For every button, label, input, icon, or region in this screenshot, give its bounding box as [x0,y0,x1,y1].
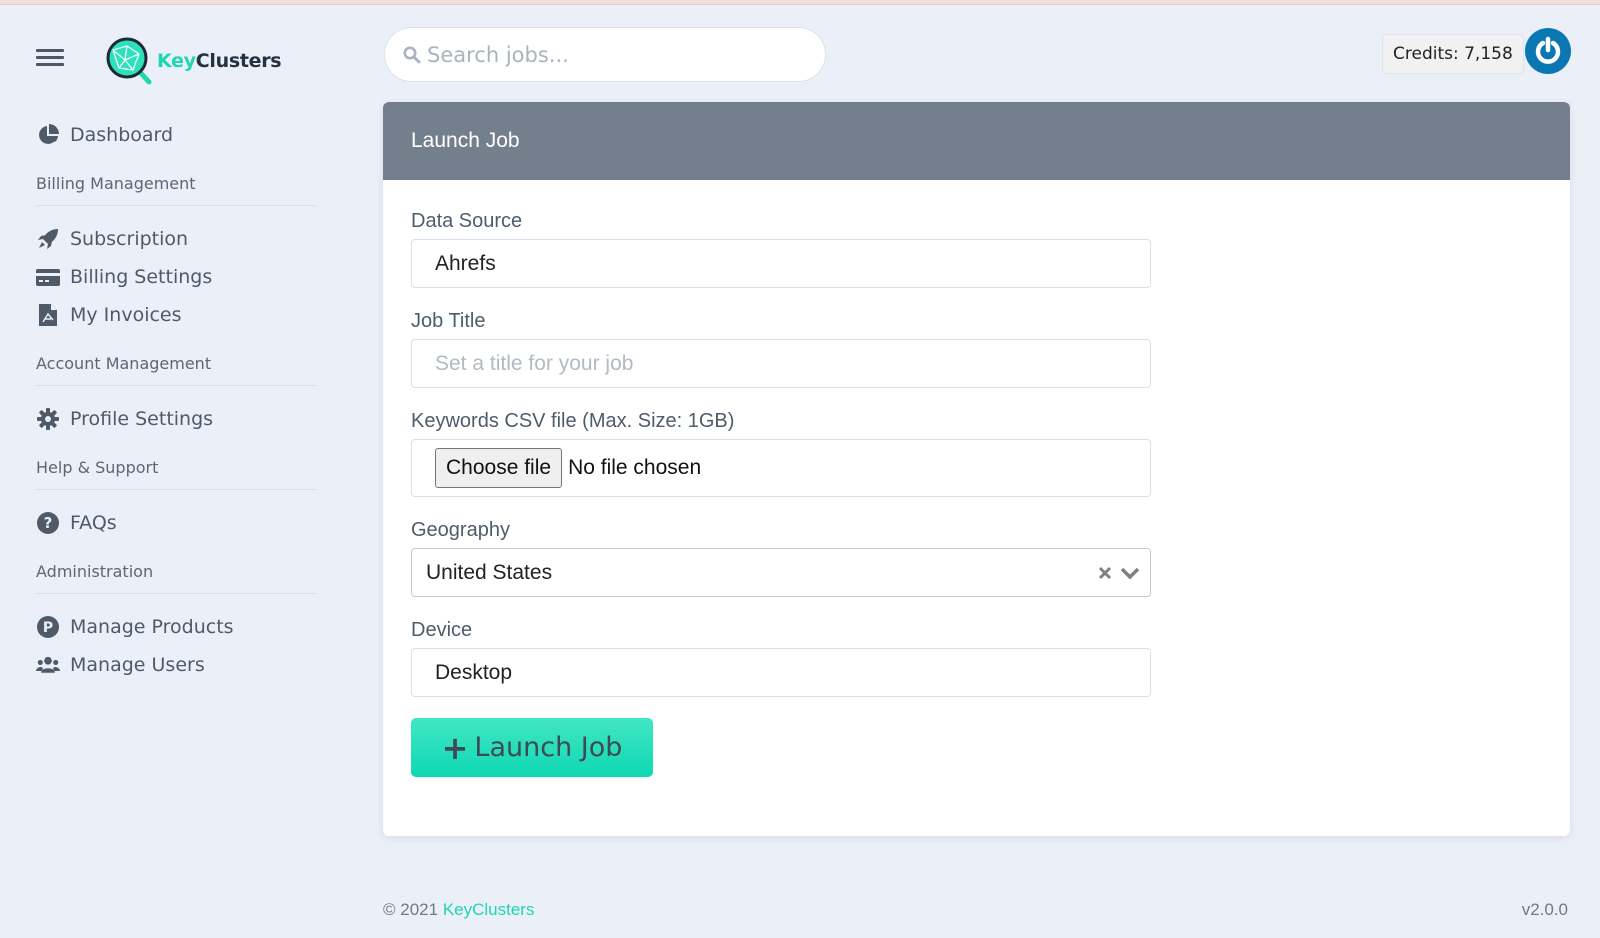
sidebar-item-billing-settings[interactable]: Billing Settings [36,258,316,296]
svg-text:?: ? [44,514,53,532]
csv-file-label: Keywords CSV file (Max. Size: 1GB) [411,410,735,432]
sidebar-item-my-invoices[interactable]: My Invoices [36,296,316,334]
brand-name: KeyClusters [157,50,282,72]
section-billing-management: Billing Management [36,174,316,206]
sidebar-item-label: Billing Settings [70,266,213,288]
hamburger-icon [36,49,64,52]
launch-job-form: Data Source Ahrefs Job Title Keywords CS… [383,180,1570,777]
rocket-icon [36,227,60,251]
logout-button[interactable] [1525,28,1571,74]
sidebar-item-label: FAQs [70,512,117,534]
section-help-support: Help & Support [36,458,316,490]
search-icon [403,46,421,63]
search-bar[interactable] [384,27,826,82]
sidebar-nav: Dashboard Billing Management Subscriptio… [36,116,316,684]
menu-toggle-button[interactable] [36,49,64,67]
footer-brand-link[interactable]: KeyClusters [443,900,535,919]
job-title-field: Job Title [411,310,1151,388]
sidebar-item-label: Profile Settings [70,408,214,430]
choose-file-button[interactable]: Choose file [435,448,563,488]
csv-file-input[interactable]: Choose file No file chosen [411,439,1151,497]
geography-label: Geography [411,519,510,541]
brand-rest: Clusters [195,50,282,72]
device-input[interactable]: Desktop [411,648,1151,697]
sidebar-item-label: Subscription [70,228,189,250]
plus-icon: + [441,728,469,767]
magnifier-network-icon [106,37,152,85]
select-controls [1098,566,1140,580]
sidebar-item-dashboard[interactable]: Dashboard [36,116,316,154]
geography-selected-value: United States [426,560,553,584]
launch-job-button-label: Launch Job [474,732,623,763]
credits-badge: Credits: 7,158 [1382,34,1524,74]
job-title-label: Job Title [411,310,486,332]
card-header: Launch Job [383,102,1570,180]
svg-text:P: P [43,620,53,636]
browser-top-strip [0,0,1600,5]
pie-chart-icon [36,123,60,147]
copyright-text: © 2021 [383,900,439,919]
product-p-icon: P [36,615,60,639]
users-icon [36,653,60,677]
hamburger-line [36,56,64,59]
power-icon [1535,36,1561,64]
sidebar-item-label: Manage Users [70,654,205,676]
clear-icon[interactable] [1098,566,1112,580]
launch-job-button[interactable]: + Launch Job [411,718,653,777]
gear-icon [36,407,60,431]
brand-key: Key [157,50,196,72]
sidebar-item-subscription[interactable]: Subscription [36,220,316,258]
pdf-file-icon [36,303,60,327]
sidebar-item-label: My Invoices [70,304,182,326]
sidebar-item-label: Manage Products [70,616,234,638]
csv-file-field: Keywords CSV file (Max. Size: 1GB) Choos… [411,410,1151,497]
job-title-input[interactable] [435,351,1150,376]
card-title: Launch Job [411,129,520,152]
question-circle-icon: ? [36,511,60,535]
footer-copyright: © 2021 KeyClusters [383,900,534,920]
device-field: Device Desktop [411,619,1151,697]
app-version: v2.0.0 [1521,900,1568,919]
section-administration: Administration [36,562,316,594]
data-source-label: Data Source [411,210,523,232]
sidebar-item-profile-settings[interactable]: Profile Settings [36,400,316,438]
section-account-management: Account Management [36,354,316,386]
data-source-field: Data Source Ahrefs [411,210,1151,288]
sidebar-item-manage-users[interactable]: Manage Users [36,646,316,684]
app-logo[interactable]: KeyClusters [105,36,282,86]
file-status-text: No file chosen [568,456,702,479]
sidebar-item-label: Dashboard [70,124,174,146]
chevron-down-icon[interactable] [1120,566,1140,580]
device-label: Device [411,619,473,641]
search-input[interactable] [427,42,807,67]
job-title-wrapper [411,339,1151,388]
geography-field: Geography United States [411,519,1151,597]
data-source-input[interactable]: Ahrefs [411,239,1151,288]
geography-select[interactable]: United States [411,548,1151,597]
sidebar-item-manage-products[interactable]: P Manage Products [36,608,316,646]
sidebar-item-faqs[interactable]: ? FAQs [36,504,316,542]
hamburger-line [36,63,64,66]
credit-card-icon [36,265,60,289]
launch-job-card: Launch Job Data Source Ahrefs Job Title … [383,102,1570,836]
